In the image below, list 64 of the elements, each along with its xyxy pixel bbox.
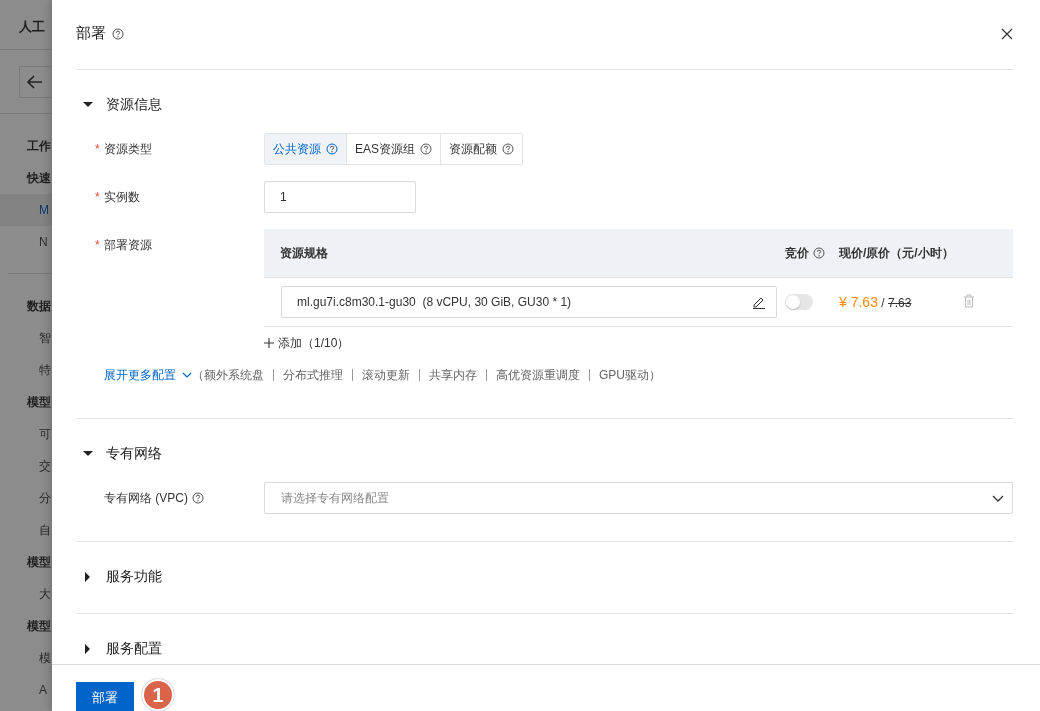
config-option: 分布式推理 (283, 366, 343, 384)
nav-item[interactable]: M (0, 194, 52, 226)
current-price: ¥ 7.63 (839, 294, 878, 310)
required-mark: * (95, 189, 100, 206)
nav-group-label: 工作 (26, 138, 52, 155)
config-option: GPU驱动 (599, 366, 649, 384)
nav-group-label: 模型 (26, 394, 52, 411)
chevron-down-icon (182, 372, 192, 378)
step-badge: 1 (142, 679, 174, 711)
pencil-icon (752, 295, 766, 309)
nav-group-label: 快速 (25, 170, 52, 187)
segment-option[interactable]: 公共资源 (265, 134, 346, 164)
required-mark: * (95, 237, 100, 254)
drawer-title: 部署 (76, 24, 106, 43)
deploy-button[interactable]: 部署 (76, 682, 134, 711)
help-icon (326, 143, 338, 155)
column-header: 现价/原价（元/小时） (839, 244, 954, 262)
field-label: 实例数 (104, 189, 140, 206)
nav-item[interactable]: 大 (0, 578, 52, 610)
config-option: 共享内存 (429, 366, 477, 384)
section-title: 服务配置 (106, 640, 162, 658)
close-icon[interactable] (1001, 27, 1013, 40)
add-button[interactable]: 添加（1/10） (264, 335, 350, 351)
column-header: 竞价 (785, 244, 809, 262)
field-label: 部署资源 (104, 237, 152, 254)
paren-text: （ (192, 366, 204, 384)
nav-item[interactable]: 交 (0, 450, 52, 482)
help-icon (420, 143, 432, 155)
nav-item[interactable]: N (0, 226, 52, 258)
column-header: 资源规格 (280, 244, 328, 262)
nav-item[interactable]: 分 (0, 482, 52, 514)
nav-item[interactable]: 模 (0, 642, 52, 674)
field-label: 专有网络 (VPC) (104, 490, 188, 507)
input-field[interactable]: 1 (264, 181, 416, 213)
nav-item[interactable]: A (0, 674, 52, 706)
chevron-down-icon (992, 494, 1004, 502)
required-mark: * (95, 141, 100, 158)
bidding-toggle[interactable] (785, 294, 813, 310)
field-label: 资源类型 (104, 141, 152, 158)
config-option: 额外系统盘 (204, 366, 264, 384)
config-option: 滚动更新 (362, 366, 410, 384)
nav-item[interactable]: 自 (0, 514, 52, 546)
section-title: 专有网络 (106, 445, 162, 463)
slash-text: / (881, 296, 885, 310)
help-icon (502, 143, 514, 155)
nav-group-label: 模型 (26, 618, 52, 635)
nav-item[interactable]: 特 (0, 354, 52, 386)
nav-item[interactable]: 智 (0, 322, 52, 354)
arrow-left-icon (26, 74, 43, 90)
nav-item[interactable]: 可 (0, 418, 52, 450)
original-price: 7.63 (887, 296, 912, 310)
back-button[interactable] (19, 66, 52, 98)
spec-field[interactable]: ml.gu7i.c8m30.1-gu30 (8 vCPU, 30 GiB, GU30 * 1) (281, 286, 777, 318)
section-title: 服务功能 (106, 568, 162, 586)
nav-group-label: 数据 (26, 298, 52, 315)
help-icon (112, 27, 124, 40)
expand-more-link[interactable]: 展开更多配置 (104, 366, 192, 384)
nav-group-label: 模型 (26, 554, 52, 571)
config-option: 高优资源重调度 (496, 366, 580, 384)
section-title: 资源信息 (106, 96, 162, 114)
plus-icon (264, 338, 274, 348)
vpc-select[interactable]: 请选择专有网络配置 (264, 482, 1013, 514)
paren-text: ） (649, 366, 661, 384)
segment-option[interactable]: 资源配额 (440, 134, 522, 164)
